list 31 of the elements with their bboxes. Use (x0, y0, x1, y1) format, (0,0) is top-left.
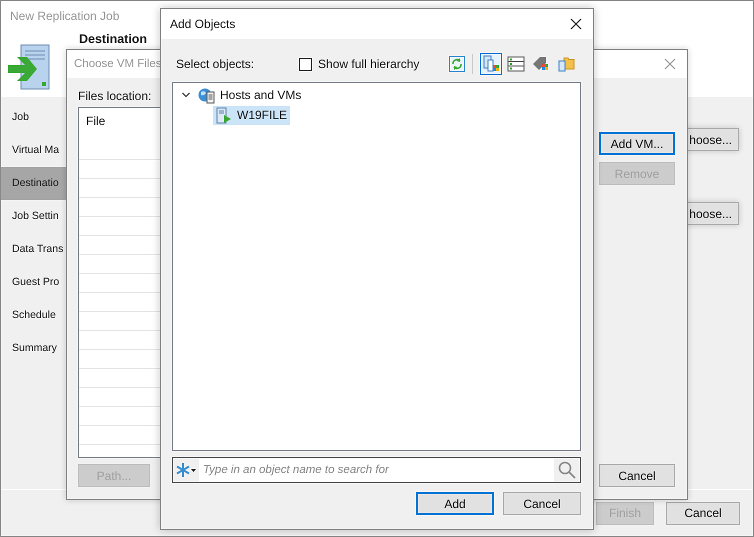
close-icon[interactable] (570, 18, 582, 30)
wizard-step[interactable]: Schedule (1, 299, 67, 332)
window-title: New Replication Job (10, 9, 120, 23)
show-full-hierarchy-checkbox[interactable]: Show full hierarchy (299, 57, 420, 71)
hierarchy-view-button[interactable] (480, 53, 502, 75)
select-objects-label: Select objects: (175, 57, 254, 71)
tree-item[interactable]: Hosts and VMs (195, 86, 304, 104)
page-title: Destination (79, 32, 148, 46)
cancel-button[interactable]: Cancel (503, 492, 581, 515)
cancel-button[interactable]: Cancel (599, 464, 675, 487)
chevron-icon[interactable] (181, 90, 191, 100)
wizard-step[interactable]: Summary (1, 332, 67, 365)
globe-server-icon (198, 86, 215, 104)
wizard-step[interactable]: Job Settin (1, 200, 67, 233)
wizard-step[interactable]: Guest Pro (1, 266, 67, 299)
cancel-button[interactable]: Cancel (666, 502, 740, 524)
tree-item[interactable]: W19FILE (213, 106, 290, 124)
wizard-step[interactable]: Job (1, 101, 67, 134)
add-button[interactable]: Add (416, 492, 494, 515)
vm-icon (216, 106, 232, 124)
wizard-step[interactable]: Virtual Ma (1, 134, 67, 167)
dialog-title: Choose VM Files (74, 58, 162, 70)
wizard-step[interactable]: Data Trans (1, 233, 67, 266)
refresh-icon[interactable] (449, 56, 465, 72)
dialog-title: Add Objects (170, 17, 236, 31)
column-header: File (86, 114, 106, 128)
search-icon[interactable] (558, 461, 576, 479)
add-vm-button[interactable]: Add VM... (599, 132, 675, 155)
files-location-label: Files location: (78, 89, 152, 103)
search-field[interactable]: Type in an object name to search for (172, 457, 581, 483)
wizard-step[interactable]: Destinatio (1, 167, 67, 200)
